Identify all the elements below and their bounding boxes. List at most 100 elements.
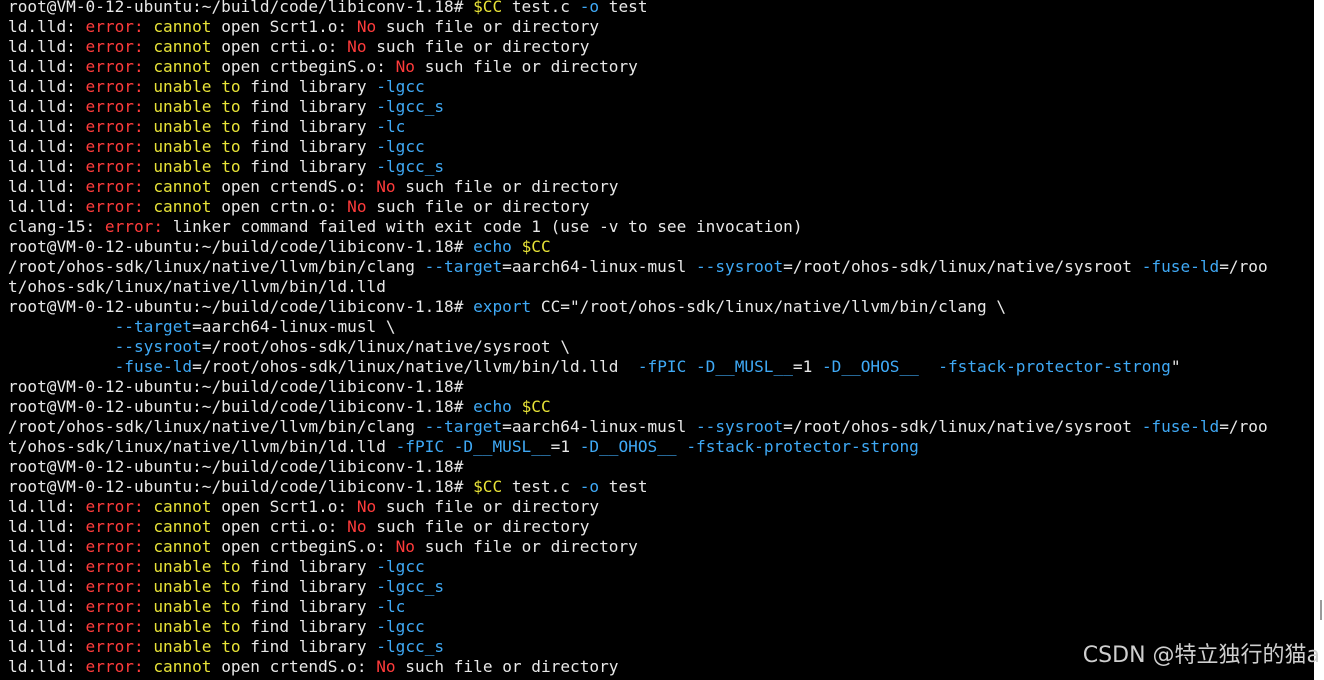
terminal-line: root@VM-0-12-ubuntu:~/build/code/libicon… xyxy=(8,477,1268,497)
terminal-line: ld.lld: error: unable to find library -l… xyxy=(8,557,1268,577)
terminal-text-segment: error: xyxy=(85,57,144,76)
terminal-text-segment: unable xyxy=(153,157,212,176)
terminal-text-segment: ld.lld: xyxy=(8,37,86,56)
terminal-text-segment: ld.lld: xyxy=(8,517,86,536)
terminal-line: t/ohos-sdk/linux/native/llvm/bin/ld.lld … xyxy=(8,437,1268,457)
terminal-text-segment: unable xyxy=(153,137,212,156)
terminal-text-segment: error: xyxy=(85,77,144,96)
terminal-text-segment: -D__MUSL__ xyxy=(695,357,793,376)
terminal-text-segment: =/root/ohos-sdk/linux/native/llvm/bin/ld… xyxy=(192,357,638,376)
terminal-text-segment: ld.lld: xyxy=(8,157,86,176)
terminal-text-segment: such file or directory xyxy=(415,537,638,556)
terminal-text-segment: -o xyxy=(579,477,600,496)
terminal-text-segment: ld.lld: xyxy=(8,497,86,516)
terminal-text-segment: =/roo xyxy=(1219,417,1268,436)
terminal-text-segment: unable xyxy=(153,577,212,596)
terminal-line: ld.lld: error: cannot open crtbeginS.o: … xyxy=(8,57,1268,77)
terminal-text-segment: linker command failed with exit code 1 (… xyxy=(163,217,803,236)
terminal-text-segment: -fPIC xyxy=(395,437,445,456)
scrollbar-track[interactable] xyxy=(1314,0,1324,680)
terminal-text-segment: to xyxy=(221,597,241,616)
terminal-text-segment: error: xyxy=(104,217,164,236)
terminal-line: ld.lld: error: unable to find library -l… xyxy=(8,137,1268,157)
terminal-line: ld.lld: error: unable to find library -l… xyxy=(8,97,1268,117)
terminal-text-segment: to xyxy=(221,637,241,656)
terminal-text-segment: =1 xyxy=(792,357,822,376)
terminal-text-segment: ld.lld: xyxy=(8,177,86,196)
terminal-text-segment: ld.lld: xyxy=(8,577,86,596)
terminal-text-segment: =aarch64-linux-musl xyxy=(502,257,696,276)
terminal-output: root@VM-0-12-ubuntu:~/build/code/libicon… xyxy=(8,0,1268,677)
terminal-text-segment: cannot xyxy=(153,17,212,36)
terminal-line: ld.lld: error: unable to find library -l… xyxy=(8,577,1268,597)
terminal-text-segment: -fuse-ld xyxy=(1141,257,1220,276)
terminal-text-segment: unable xyxy=(153,617,212,636)
terminal-line: root@VM-0-12-ubuntu:~/build/code/libicon… xyxy=(8,237,1268,257)
terminal-text-segment: =aarch64-linux-musl \ xyxy=(192,317,396,336)
terminal-text-segment: " xyxy=(1170,357,1181,376)
terminal-text-segment: such file or directory xyxy=(376,17,600,36)
terminal-text-segment: ld.lld: xyxy=(8,77,86,96)
terminal-text-segment: No xyxy=(356,497,377,516)
terminal-text-segment: ld.lld: xyxy=(8,537,86,556)
terminal-text-segment: root@VM-0-12-ubuntu:~/build/code/libicon… xyxy=(8,297,474,316)
terminal-text-segment: root@VM-0-12-ubuntu:~/build/code/libicon… xyxy=(8,397,474,416)
terminal-text-segment: cannot xyxy=(153,497,212,516)
terminal-line: ld.lld: error: cannot open crti.o: No su… xyxy=(8,517,1268,537)
terminal-text-segment: to xyxy=(221,77,241,96)
terminal-text-segment: -fstack-protector-strong xyxy=(938,357,1171,376)
terminal-window[interactable]: root@VM-0-12-ubuntu:~/build/code/libicon… xyxy=(0,0,1314,680)
terminal-text-segment: export xyxy=(473,297,532,316)
terminal-text-segment: ld.lld: xyxy=(8,57,86,76)
terminal-text-segment: error: xyxy=(85,637,144,656)
terminal-text-segment: $CC xyxy=(521,397,551,416)
terminal-text-segment: --sysroot xyxy=(114,337,202,356)
terminal-text-segment: -lgcc_s xyxy=(376,637,445,656)
terminal-text-segment: clang-15: xyxy=(8,217,105,236)
terminal-text-segment: $CC xyxy=(521,237,551,256)
terminal-text-segment: cannot xyxy=(153,517,212,536)
terminal-text-segment: echo xyxy=(473,237,512,256)
terminal-text-segment: error: xyxy=(85,537,144,556)
terminal-text-segment: to xyxy=(221,97,241,116)
terminal-text-segment: -o xyxy=(579,0,600,16)
terminal-text-segment: such file or directory xyxy=(395,657,619,676)
terminal-text-segment: No xyxy=(347,197,367,216)
terminal-text-segment: unable xyxy=(153,97,212,116)
terminal-line: ld.lld: error: unable to find library -l… xyxy=(8,77,1268,97)
terminal-text-segment: test.c xyxy=(502,0,580,16)
terminal-text-segment: open crtendS.o: xyxy=(211,657,377,676)
terminal-text-segment: ld.lld: xyxy=(8,657,86,676)
terminal-text-segment: find library xyxy=(240,617,377,636)
terminal-text-segment: find library xyxy=(240,137,377,156)
terminal-text-segment: CC="/root/ohos-sdk/linux/native/llvm/bin… xyxy=(531,297,1007,316)
terminal-line: ld.lld: error: cannot open Scrt1.o: No s… xyxy=(8,17,1268,37)
terminal-text-segment: =/roo xyxy=(1219,257,1268,276)
terminal-text-segment: =aarch64-linux-musl xyxy=(502,417,696,436)
terminal-line: root@VM-0-12-ubuntu:~/build/code/libicon… xyxy=(8,377,1268,397)
terminal-text-segment: t/ohos-sdk/linux/native/llvm/bin/ld.lld xyxy=(8,437,396,456)
terminal-text-segment: --sysroot xyxy=(695,417,784,436)
terminal-text-segment: root@VM-0-12-ubuntu:~/build/code/libicon… xyxy=(8,457,464,476)
terminal-text-segment: -lgcc xyxy=(376,617,425,636)
scrollbar-thumb[interactable] xyxy=(1320,600,1322,620)
terminal-text-segment: such file or directory xyxy=(395,177,619,196)
terminal-text-segment: error: xyxy=(85,97,144,116)
terminal-text-segment: ld.lld: xyxy=(8,557,86,576)
terminal-text-segment: No xyxy=(376,177,396,196)
terminal-text-segment: -lc xyxy=(376,117,406,136)
